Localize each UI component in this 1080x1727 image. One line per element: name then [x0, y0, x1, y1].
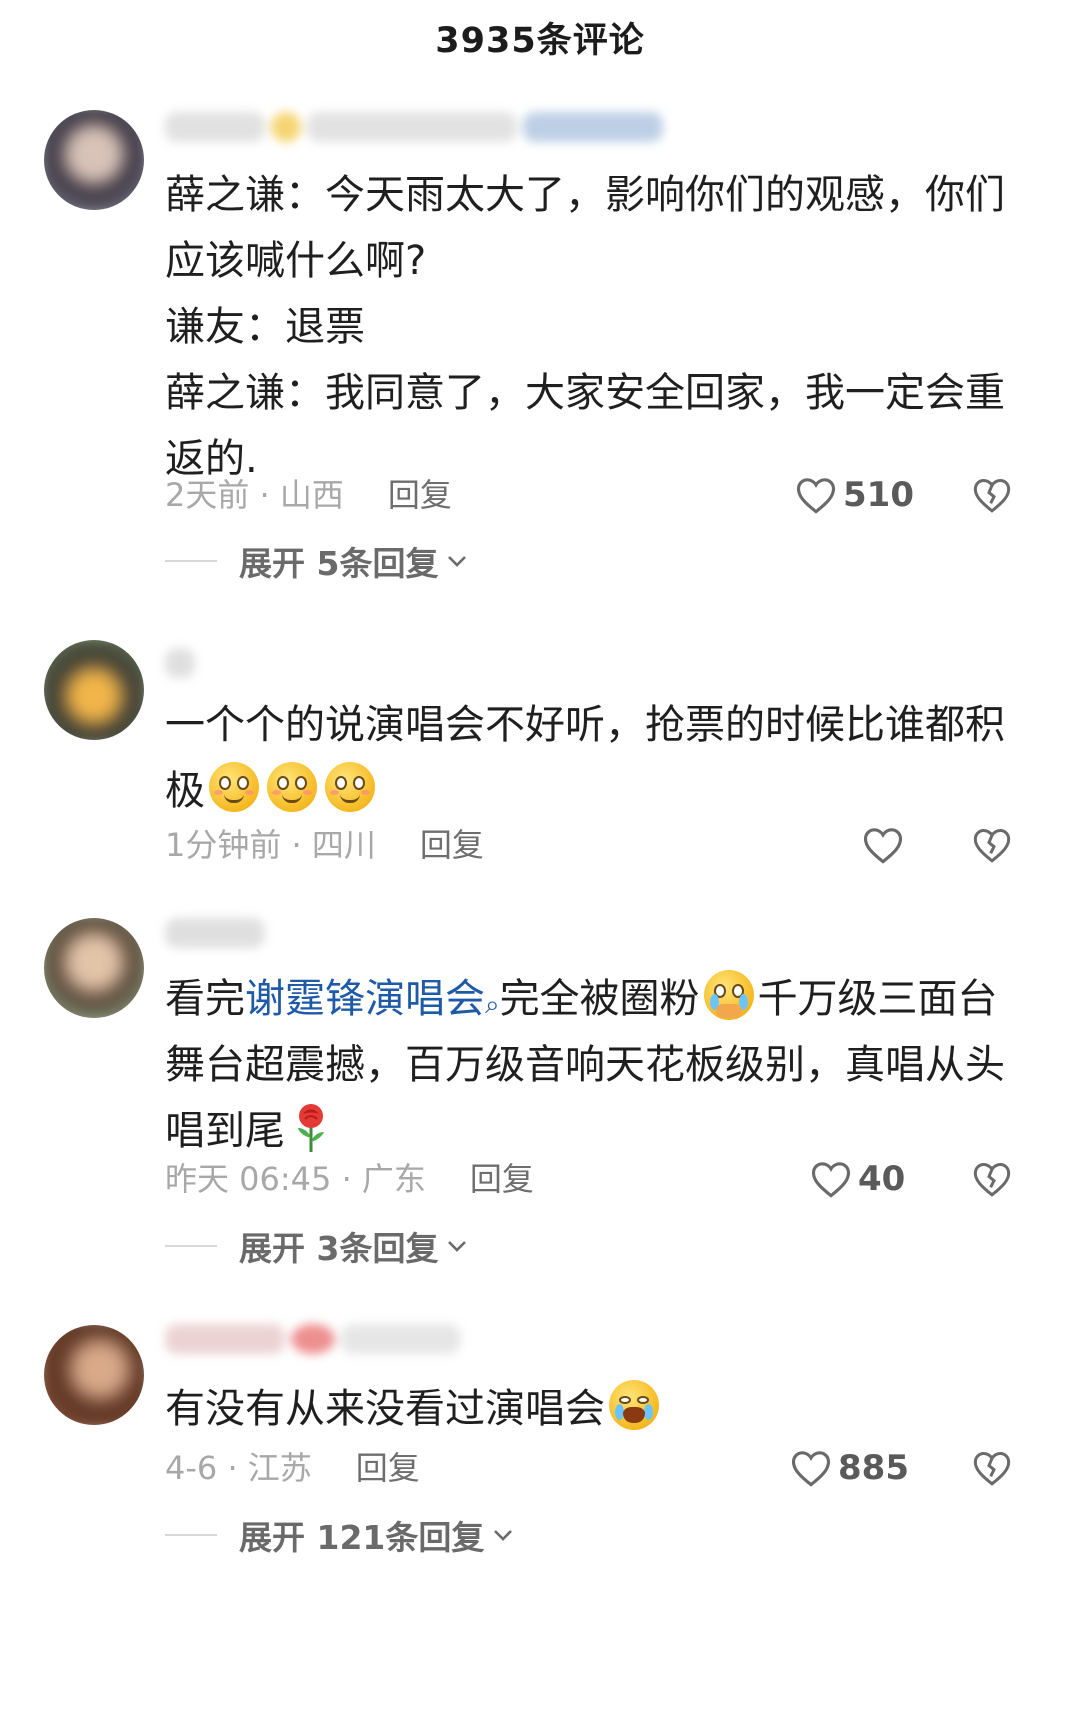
chevron-down-icon [494, 1530, 513, 1541]
comment-text: 一个个的说演唱会不好听，抢票的时候比谁都积 极 [165, 702, 1005, 814]
smile-emoji [209, 762, 259, 812]
divider [165, 1245, 217, 1247]
avatar[interactable] [44, 918, 144, 1018]
avatar[interactable] [44, 1325, 144, 1425]
username-blurred[interactable] [165, 112, 669, 156]
crying-laugh-emoji [609, 1380, 659, 1430]
chevron-down-icon [448, 556, 467, 567]
username-blurred[interactable] [165, 918, 271, 962]
comments-header: 3935条评论 [0, 0, 1080, 70]
search-link[interactable]: 谢霆锋演唱会 [245, 976, 485, 1022]
expand-replies-button[interactable]: 展开 5条回复 [165, 536, 468, 586]
comment-meta: 昨天 06:45 · 广东 回复 [165, 1154, 534, 1204]
comment-meta: 2天前 · 山西 回复 [165, 470, 452, 520]
smile-emoji [267, 762, 317, 812]
teary-emoji [703, 970, 754, 1020]
like-button[interactable] [862, 820, 904, 870]
like-button[interactable]: 885 [790, 1443, 909, 1493]
expand-replies-button[interactable]: 展开 3条回复 [165, 1221, 468, 1271]
smile-emoji [325, 762, 375, 812]
divider [165, 560, 217, 562]
avatar[interactable] [44, 110, 144, 210]
search-icon: ⌕ [485, 990, 500, 1020]
heart-outline-icon [863, 828, 903, 864]
broken-heart-icon [973, 828, 1011, 863]
reply-button[interactable]: 回复 [356, 1449, 420, 1487]
time-location: 1分钟前 · 四川 [165, 826, 376, 864]
like-button[interactable]: 510 [795, 470, 914, 520]
rose-emoji [298, 1104, 324, 1152]
broken-heart-icon [973, 1451, 1011, 1486]
dislike-button[interactable] [970, 1154, 1014, 1204]
heart-outline-icon [796, 478, 836, 514]
comment-meta: 1分钟前 · 四川 回复 [165, 820, 484, 870]
comment-text: 有没有从来没看过演唱会 [165, 1376, 1045, 1442]
comment-text: 薛之谦：今天雨太大了，影响你们的观感，你们 应该喊什么啊? 谦友：退票 薛之谦：… [165, 172, 1005, 482]
avatar[interactable] [44, 640, 144, 740]
dislike-button[interactable] [970, 820, 1014, 870]
reply-button[interactable]: 回复 [388, 476, 452, 514]
time-location: 2天前 · 山西 [165, 476, 344, 514]
heart-outline-icon [811, 1162, 851, 1198]
comment-count-title: 3935条评论 [435, 21, 645, 61]
like-count: 885 [838, 1448, 909, 1488]
divider [165, 1534, 217, 1536]
broken-heart-icon [973, 1162, 1011, 1197]
dislike-button[interactable] [970, 1443, 1014, 1493]
like-count: 510 [843, 475, 914, 515]
username-blurred[interactable] [165, 648, 201, 692]
like-button[interactable]: 40 [810, 1154, 905, 1204]
reply-button[interactable]: 回复 [470, 1160, 534, 1198]
expand-replies-button[interactable]: 展开 121条回复 [165, 1510, 514, 1560]
time-location: 昨天 06:45 · 广东 [165, 1160, 426, 1198]
comment-text: 看完谢霆锋演唱会⌕完全被圈粉 千万级三面台 舞台超震撼，百万级音响天花板级别，真唱… [165, 966, 1045, 1164]
comment-meta: 4-6 · 江苏 回复 [165, 1443, 420, 1493]
broken-heart-icon [973, 478, 1011, 513]
reply-button[interactable]: 回复 [420, 826, 484, 864]
dislike-button[interactable] [970, 470, 1014, 520]
time-location: 4-6 · 江苏 [165, 1449, 312, 1487]
chevron-down-icon [448, 1241, 467, 1252]
like-count: 40 [858, 1159, 906, 1199]
heart-outline-icon [791, 1451, 831, 1487]
username-blurred[interactable] [165, 1324, 467, 1368]
